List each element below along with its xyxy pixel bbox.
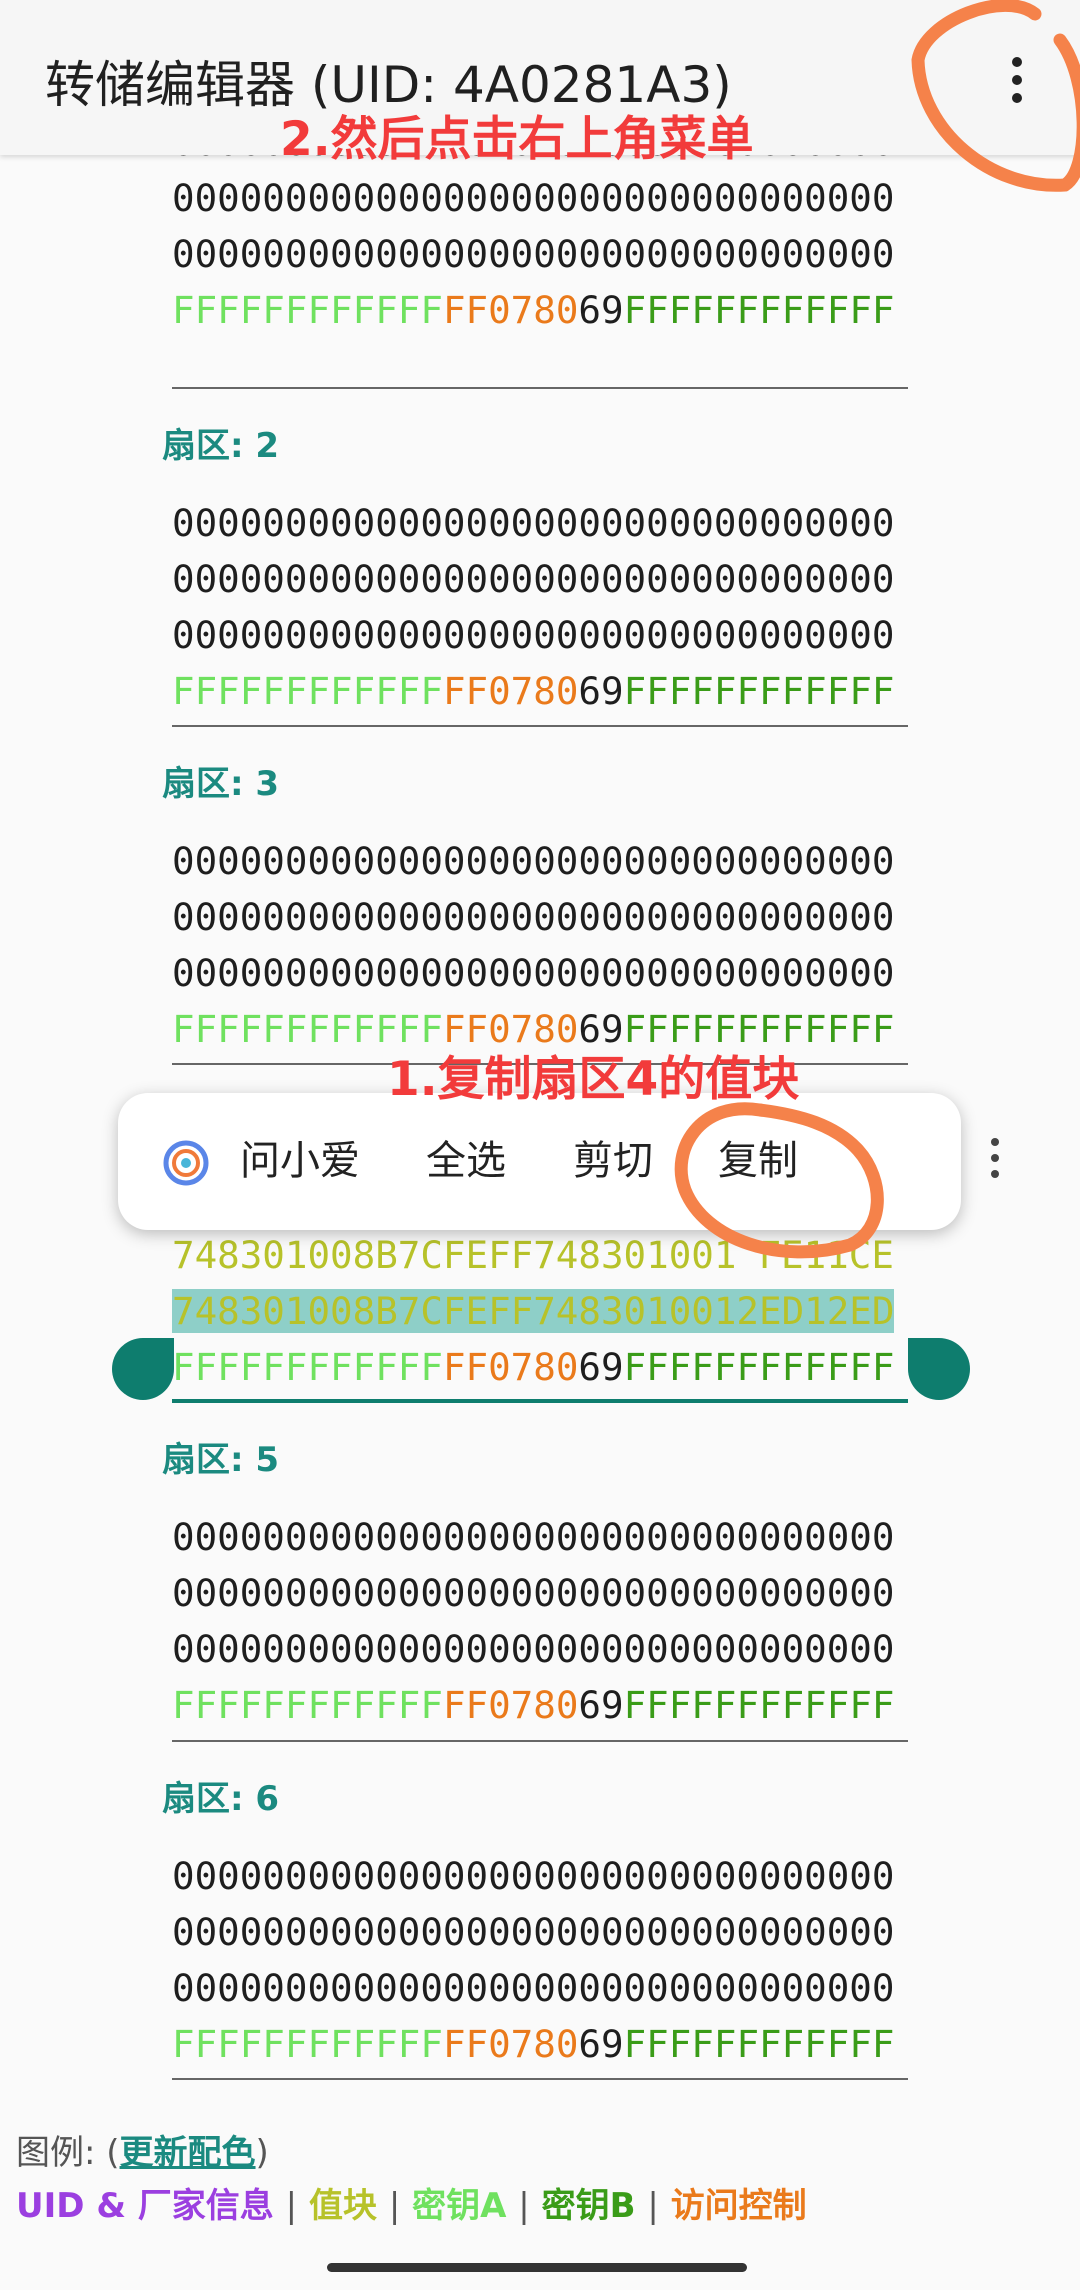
gpb: 69 <box>578 1683 624 1727</box>
color-legend: 图例: (更新配色) UID & 厂家信息 | 值块 | 密钥A | 密钥B |… <box>0 2110 1080 2226</box>
access-bits: FF0780 <box>442 288 579 332</box>
legend-separator: | <box>518 2186 530 2226</box>
legend-access: 访问控制 <box>670 2186 807 2226</box>
hex-row: 00000000000000000000000000000000 <box>172 232 895 276</box>
key-a: FFFFFFFFFFFF <box>172 1683 443 1727</box>
legend-header: 图例: (更新配色) <box>16 2125 269 2174</box>
legend-suffix: ) <box>255 2133 269 2173</box>
legend-key-b: 密钥B <box>541 2186 636 2226</box>
sector-trailer: FFFFFFFFFFFFFF078069FFFFFFFFFFFF <box>172 1339 908 1395</box>
sector-title: 扇区: 5 <box>162 1440 280 1480</box>
gpb: 69 <box>578 288 624 332</box>
selection-handle-end[interactable] <box>908 1338 970 1400</box>
selected-text: 748301008B7CFEFF7483010012ED12ED <box>172 1289 895 1333</box>
sector-6-block[interactable]: 00000000000000000000000000000000 0000000… <box>172 1848 908 2072</box>
annotation-step-2: 2.然后点击右上角菜单 <box>280 112 754 167</box>
value-block-text: 748301008B7CFEFF748301001 <box>172 1233 737 1277</box>
hex-row: 00000000000000000000000000000000 <box>172 176 895 220</box>
update-colors-link[interactable]: 更新配色 <box>120 2133 256 2173</box>
selection-handle-start[interactable] <box>112 1338 174 1400</box>
access-bits: FF0780 <box>442 2022 579 2066</box>
gpb: 69 <box>578 2022 624 2066</box>
overflow-menu-button[interactable] <box>982 45 1052 115</box>
legend-prefix: 图例: ( <box>16 2133 120 2173</box>
value-block-text-tail: FE11CE <box>758 1233 894 1277</box>
gesture-nav-bar[interactable] <box>327 2263 747 2272</box>
sector-trailer: FFFFFFFFFFFFFF078069FFFFFFFFFFFF <box>172 1677 908 1733</box>
key-b: FFFFFFFFFFFF <box>623 1683 895 1727</box>
hex-row: 00000000000000000000000000000000 <box>172 557 895 601</box>
key-b: FFFFFFFFFFFF <box>623 669 895 713</box>
sector-title: 扇区: 6 <box>162 1779 280 1819</box>
more-vert-icon <box>1012 57 1022 67</box>
key-a: FFFFFFFFFFFF <box>172 2022 443 2066</box>
hex-row: 00000000000000000000000000000000 <box>172 1515 895 1559</box>
legend-separator: | <box>388 2186 401 2226</box>
sector-1-block[interactable]: 00000000000000000000000000000000 0000000… <box>172 155 908 338</box>
sector-2-block[interactable]: 00000000000000000000000000000000 0000000… <box>172 495 908 719</box>
hex-row: 00000000000000000000000000000000 <box>172 501 895 545</box>
hex-row: 00000000000000000000000000000000 <box>172 951 895 995</box>
value-block-row: 748301008B7CFEFF748301001 FE11CE <box>172 1227 908 1283</box>
divider <box>172 387 908 389</box>
legend-items: UID & 厂家信息 | 值块 | 密钥A | 密钥B | 访问控制 <box>16 2178 807 2227</box>
sector-trailer: FFFFFFFFFFFFFF078069FFFFFFFFFFFF <box>172 2016 908 2072</box>
more-dot <box>991 1170 999 1178</box>
sector-5-block[interactable]: 00000000000000000000000000000000 0000000… <box>172 1509 908 1733</box>
gpb: 69 <box>578 669 624 713</box>
more-vert-icon-dot <box>1012 93 1022 103</box>
divider <box>172 2078 908 2080</box>
sector-trailer: FFFFFFFFFFFFFF078069FFFFFFFFFFFF <box>172 282 908 338</box>
sector-title: 扇区: 3 <box>162 764 280 804</box>
legend-separator: | <box>285 2186 298 2226</box>
access-bits: FF0780 <box>442 1683 579 1727</box>
legend-separator: | <box>647 2186 659 2226</box>
more-vert-icon[interactable] <box>991 1138 999 1178</box>
gpb: 69 <box>578 1345 624 1389</box>
key-b: FFFFFFFFFFFF <box>623 1345 895 1389</box>
annotation-step-1: 1.复制扇区4的值块 <box>387 1052 800 1107</box>
divider <box>172 725 908 727</box>
hex-row: 00000000000000000000000000000000 <box>172 613 895 657</box>
divider-active <box>172 1399 908 1403</box>
divider <box>172 1740 908 1742</box>
more-dot <box>991 1138 999 1146</box>
sector-trailer: FFFFFFFFFFFFFF078069FFFFFFFFFFFF <box>172 663 908 719</box>
legend-value-block: 值块 <box>308 2186 377 2226</box>
xiaoai-assistant-icon <box>163 1140 209 1186</box>
legend-key-a: 密钥A <box>412 2186 507 2226</box>
sector-3-block[interactable]: 00000000000000000000000000000000 0000000… <box>172 833 908 1057</box>
hex-row: 00000000000000000000000000000000 <box>172 1910 895 1954</box>
hex-row: 00000000000000000000000000000000 <box>172 1571 895 1615</box>
key-b: FFFFFFFFFFFF <box>623 2022 895 2066</box>
hex-row: 00000000000000000000000000000000 <box>172 1966 895 2010</box>
key-a: FFFFFFFFFFFF <box>172 1345 443 1389</box>
legend-uid: UID & 厂家信息 <box>16 2186 274 2226</box>
sector-title: 扇区: 2 <box>162 426 280 466</box>
access-bits: FF0780 <box>442 669 579 713</box>
ask-xiaoai-button[interactable]: 问小爱 <box>240 1093 360 1230</box>
value-block-row-selected: 748301008B7CFEFF7483010012ED12ED <box>172 1283 908 1339</box>
more-vert-icon-dot <box>1012 75 1022 85</box>
hex-row: 00000000000000000000000000000000 <box>172 895 895 939</box>
access-bits: FF0780 <box>442 1345 579 1389</box>
hex-row: 00000000000000000000000000000000 <box>172 1854 895 1898</box>
hex-row: 00000000000000000000000000000000 <box>172 1627 895 1671</box>
select-all-button[interactable]: 全选 <box>426 1093 506 1230</box>
hex-row: 00000000000000000000000000000000 <box>172 839 895 883</box>
copy-button[interactable]: 复制 <box>718 1093 798 1230</box>
key-a: FFFFFFFFFFFF <box>172 288 443 332</box>
cut-button[interactable]: 剪切 <box>573 1093 653 1230</box>
sector-4-block[interactable]: 748301008B7CFEFF748301001 FE11CE 74830100… <box>172 1227 908 1395</box>
text-selection-menu: 问小爱 全选 剪切 复制 <box>118 1093 999 1230</box>
key-b: FFFFFFFFFFFF <box>623 288 895 332</box>
more-dot <box>991 1154 999 1162</box>
key-a: FFFFFFFFFFFF <box>172 669 443 713</box>
